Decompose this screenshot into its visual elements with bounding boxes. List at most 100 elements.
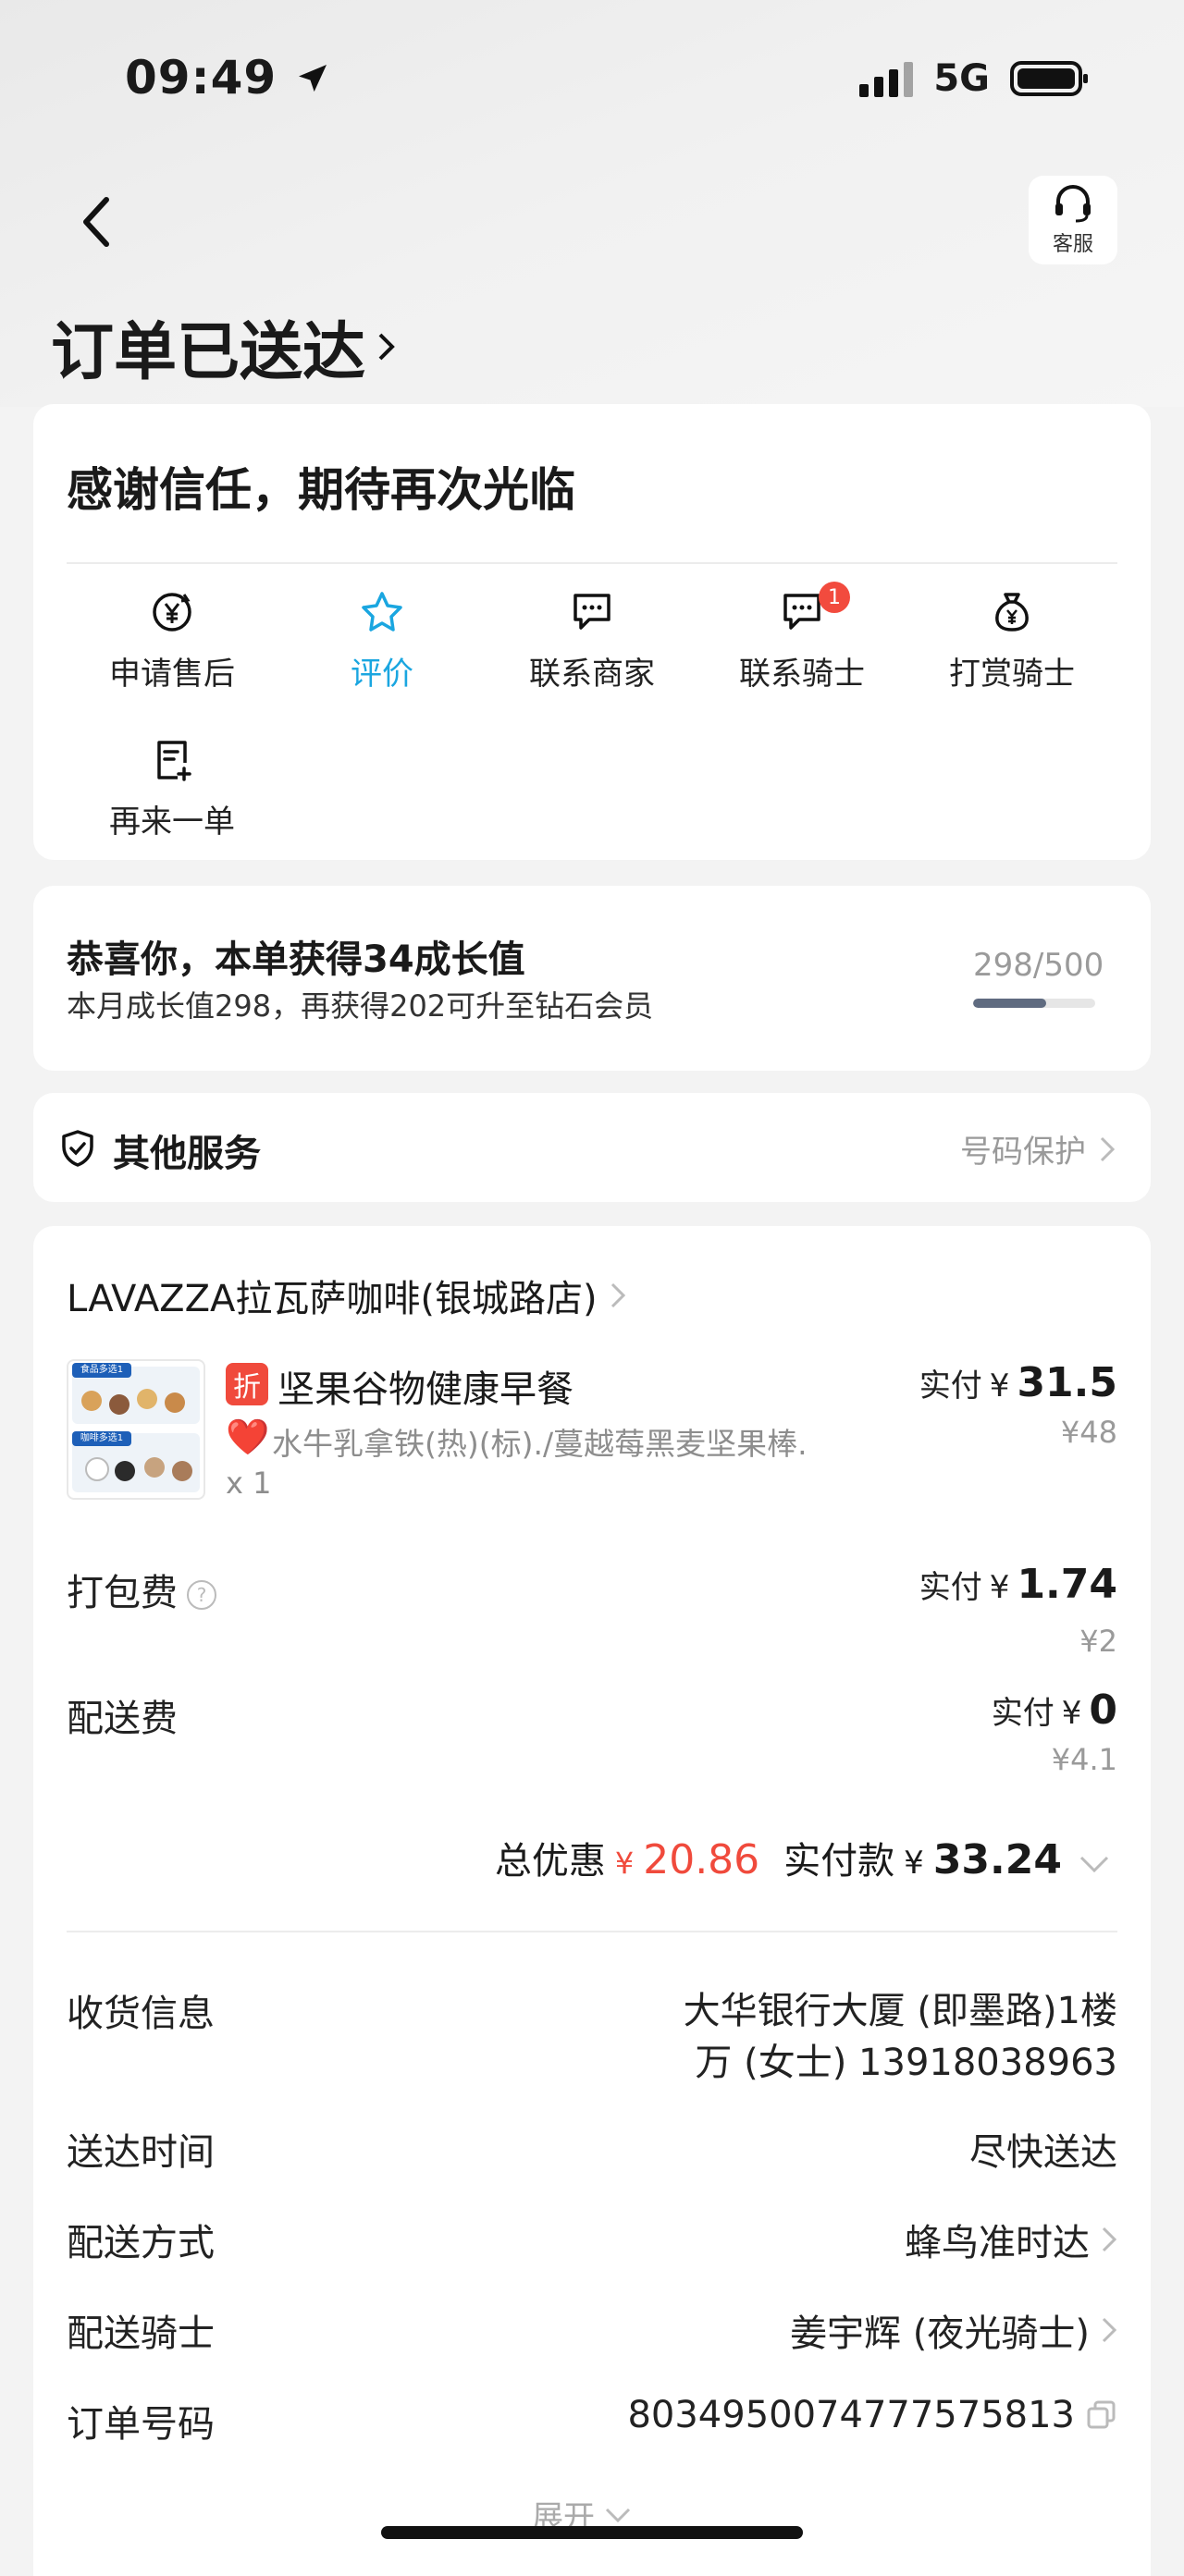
refund-yen-icon: [153, 593, 191, 632]
contact-rider-button[interactable]: 1 联系骑士: [709, 582, 894, 693]
chevron-right-icon: [1102, 2317, 1117, 2343]
paid-amount: 31.5: [1017, 1359, 1117, 1406]
shop-link[interactable]: LAVAZZA拉瓦萨咖啡(银城路店): [67, 1269, 627, 1322]
divider: [67, 1931, 1117, 1932]
delivery-fee-original: ¥4.1: [1051, 1742, 1117, 1777]
chevron-right-icon: [610, 1282, 625, 1308]
total-paid-label: 实付款: [783, 1840, 895, 1883]
status-indicators: 5G: [859, 57, 1088, 100]
rider-link[interactable]: 姜宇辉 (夜光骑士): [790, 2303, 1117, 2357]
product-thumbnail[interactable]: 食品多选1 咖啡多选1: [67, 1359, 205, 1500]
contact-merchant-button[interactable]: 联系商家: [500, 587, 684, 693]
chevron-down-icon: [1079, 1856, 1109, 1873]
reorder-icon: [157, 741, 191, 781]
review-button[interactable]: 评价: [290, 587, 475, 693]
apply-after-sales-button[interactable]: 申请售后: [80, 587, 265, 693]
food-image: [109, 1394, 130, 1415]
detail-label: 收货信息: [67, 1993, 215, 2035]
product-original-price: ¥48: [1060, 1415, 1117, 1450]
product-name: 坚果谷物健康早餐: [278, 1368, 574, 1411]
status-time: 09:49: [125, 51, 331, 104]
order-totals[interactable]: 总优惠 ¥ 20.86 实付款 ¥ 33.24: [495, 1831, 1110, 1884]
signal-icon: [859, 60, 914, 97]
location-arrow-icon: [298, 65, 327, 92]
currency-symbol: ¥: [989, 1569, 1010, 1606]
total-paid-amount: 33.24: [932, 1836, 1062, 1883]
paid-label: 实付: [919, 1569, 982, 1606]
detail-order-number: 8034950074777575813: [627, 2394, 1075, 2436]
packing-fee-paid: 实付 ¥ 1.74: [919, 1561, 1117, 1608]
growth-progress-bar: [973, 999, 1095, 1008]
heart-icon: ❤️: [226, 1417, 270, 1457]
total-discount-label: 总优惠: [494, 1840, 606, 1883]
detail-address: 大华银行大厦 (即墨路)1楼: [683, 1990, 1117, 2032]
shop-name: LAVAZZA拉瓦萨咖啡(银城路店): [67, 1278, 598, 1320]
growth-subtitle: 本月成长值298，再获得202可升至钻石会员: [67, 988, 654, 1024]
number-protection-label: 号码保护: [960, 1134, 1086, 1171]
copy-icon[interactable]: [1086, 2399, 1117, 2431]
total-discount-amount: 20.86: [643, 1836, 760, 1883]
coffee-cup-image: [85, 1457, 109, 1481]
reorder-button[interactable]: 再来一单: [80, 735, 265, 841]
delivery-fee-paid: 实付 ¥ 0: [992, 1687, 1117, 1734]
thanks-message: 感谢信任，期待再次光临: [67, 463, 575, 517]
food-image: [137, 1389, 157, 1409]
detail-label: 送达时间: [67, 2131, 215, 2174]
coffee-cup-image: [144, 1457, 165, 1478]
money-bag-icon: [995, 593, 1029, 632]
order-number-row: 8034950074777575813: [627, 2394, 1117, 2436]
action-label: 打赏骑士: [949, 656, 1075, 693]
chevron-right-icon: [378, 333, 395, 360]
delivery-method-link[interactable]: 蜂鸟准时达: [905, 2213, 1117, 2266]
home-indicator: [381, 2526, 803, 2539]
paid-amount: 1.74: [1017, 1561, 1117, 1608]
chevron-right-icon: [1102, 2226, 1117, 2252]
tip-rider-button[interactable]: 打赏骑士: [919, 587, 1104, 693]
action-label: 申请售后: [109, 656, 235, 693]
growth-progress-text: 298/500: [973, 947, 1104, 984]
growth-title: 恭喜你，本单获得34成长值: [67, 938, 525, 981]
packing-fee-label: 打包费: [67, 1572, 178, 1614]
thumbnail-tag: 食品多选1: [72, 1363, 131, 1378]
product-description: 水牛乳拿铁(热)(标)./蔓越莓黑麦坚果棒.: [272, 1426, 808, 1462]
product-paid-price: 实付 ¥ 31.5: [919, 1359, 1117, 1406]
packing-fee-row: 打包费?: [67, 1563, 216, 1616]
headset-icon: [1055, 185, 1091, 223]
action-label: 联系骑士: [739, 656, 865, 693]
detail-delivery-method: 蜂鸟准时达: [905, 2222, 1090, 2264]
paid-amount: 0: [1089, 1687, 1117, 1734]
customer-service-label: 客服: [1052, 233, 1093, 256]
back-arrow-icon[interactable]: [79, 194, 116, 250]
detail-label: 配送方式: [67, 2222, 215, 2264]
order-status-title[interactable]: 订单已送达: [51, 301, 397, 392]
paid-label: 实付: [919, 1368, 982, 1405]
number-protection-link[interactable]: 号码保护: [960, 1126, 1116, 1171]
detail-rider: 姜宇辉 (夜光骑士): [790, 2312, 1090, 2355]
help-icon[interactable]: ?: [187, 1580, 216, 1610]
customer-service-button[interactable]: 客服: [1029, 176, 1117, 264]
thumbnail-tag: 咖啡多选1: [72, 1431, 131, 1446]
food-image: [81, 1391, 102, 1411]
battery-icon: [1010, 61, 1088, 96]
food-image: [165, 1392, 185, 1413]
order-status-text: 订单已送达: [51, 316, 366, 389]
currency-symbol: ¥: [1061, 1695, 1082, 1732]
detail-label: 订单号码: [67, 2403, 215, 2446]
divider: [67, 562, 1117, 564]
other-services-title: 其他服务: [113, 1133, 261, 1175]
discount-currency: ¥: [614, 1846, 635, 1881]
shield-check-icon: [62, 1130, 93, 1167]
paid-currency: ¥: [904, 1845, 924, 1882]
discount-tag: 折: [226, 1363, 268, 1405]
chat-icon: [574, 594, 610, 630]
star-icon: [362, 592, 402, 632]
packing-fee-original: ¥2: [1079, 1624, 1117, 1659]
coffee-cup-image: [172, 1461, 192, 1481]
chevron-down-icon: [605, 2508, 631, 2522]
action-label: 联系商家: [529, 656, 655, 693]
delivery-fee-label: 配送费: [67, 1698, 178, 1740]
product-quantity: x 1: [226, 1466, 272, 1501]
detail-label: 配送骑士: [67, 2312, 215, 2355]
coffee-cup-image: [115, 1461, 135, 1481]
action-label: 再来一单: [109, 803, 235, 840]
